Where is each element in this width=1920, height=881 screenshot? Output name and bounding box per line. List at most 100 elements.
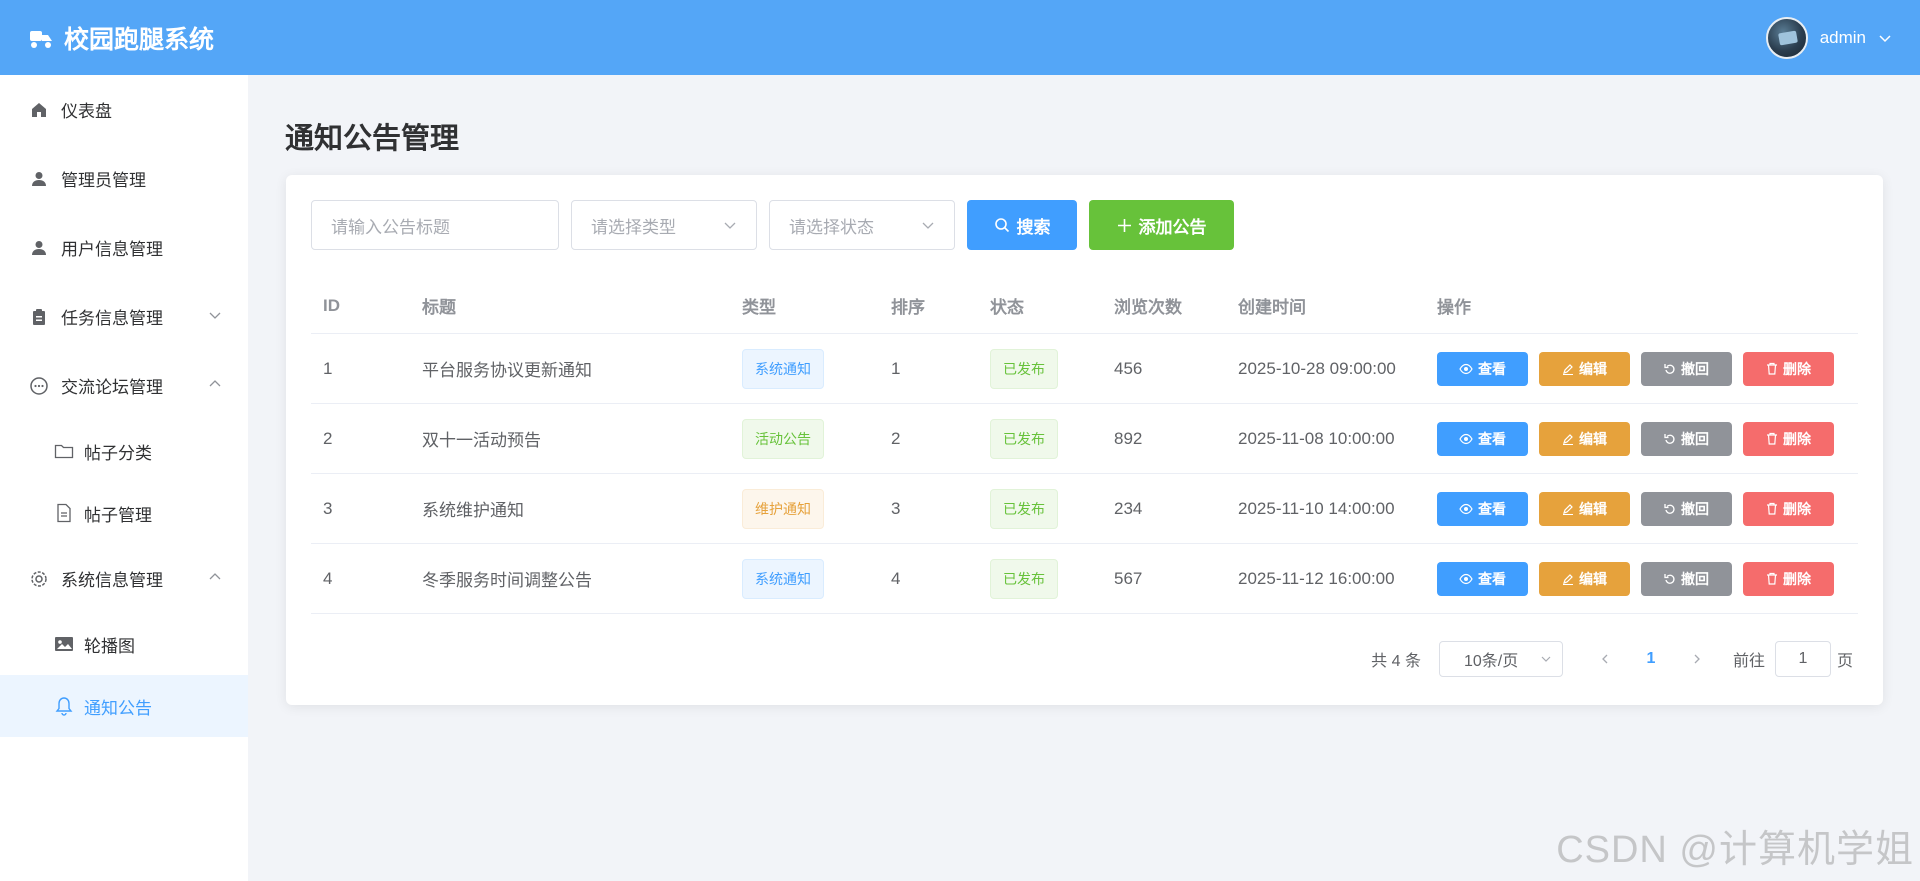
chevron-down-icon (922, 222, 934, 229)
cell-sort: 4 (891, 568, 901, 588)
header-views: 浏览次数 (1114, 298, 1182, 317)
cell-created: 2025-11-08 10:00:00 (1238, 428, 1395, 448)
page-number-current[interactable]: 1 (1635, 641, 1667, 677)
chevron-left-icon (1602, 654, 1608, 664)
cell-views: 567 (1114, 568, 1143, 588)
delete-button[interactable]: 删除 (1743, 491, 1834, 526)
user-menu[interactable]: admin (1765, 16, 1892, 59)
undo-icon (1664, 433, 1675, 444)
chevron-down-icon (209, 312, 221, 319)
cell-id: 4 (323, 568, 333, 588)
sidebar-item-forum[interactable]: 交流论坛管理 (0, 351, 248, 420)
revoke-button[interactable]: 撤回 (1641, 351, 1732, 386)
trash-icon (1767, 502, 1777, 515)
chevron-down-icon (1541, 656, 1551, 662)
sidebar-item-posts[interactable]: 帖子管理 (0, 482, 248, 544)
sidebar-item-post-category[interactable]: 帖子分类 (0, 420, 248, 482)
sidebar-item-system[interactable]: 系统信息管理 (0, 544, 248, 613)
table-row: 4 冬季服务时间调整公告 系统通知 4 已发布 567 2025-11-12 1… (311, 544, 1858, 614)
sidebar-item-label: 帖子管理 (84, 505, 152, 525)
sidebar-item-users[interactable]: 用户信息管理 (0, 213, 248, 282)
type-tag: 维护通知 (742, 488, 824, 529)
cell-id: 3 (323, 498, 333, 518)
revoke-button[interactable]: 撤回 (1641, 561, 1732, 596)
sidebar-item-label: 管理员管理 (61, 171, 146, 190)
cell-sort: 3 (891, 498, 901, 518)
folder-icon (53, 440, 75, 462)
table-row: 2 双十一活动预告 活动公告 2 已发布 892 2025-11-08 10:0… (311, 404, 1858, 474)
table-header: ID 标题 类型 排序 状态 浏览次数 创建时间 操作 (311, 278, 1858, 334)
delete-button[interactable]: 删除 (1743, 351, 1834, 386)
delete-button[interactable]: 删除 (1743, 421, 1834, 456)
chevron-down-icon (1879, 34, 1891, 42)
view-button[interactable]: 查看 (1437, 561, 1528, 596)
view-button[interactable]: 查看 (1437, 351, 1528, 386)
delete-button[interactable]: 删除 (1743, 561, 1834, 596)
header-status: 状态 (990, 298, 1024, 317)
edit-button[interactable]: 编辑 (1539, 561, 1630, 596)
edit-label: 编辑 (1579, 360, 1607, 377)
revoke-button[interactable]: 撤回 (1641, 491, 1732, 526)
edit-button[interactable]: 编辑 (1539, 351, 1630, 386)
sidebar-item-notices[interactable]: 通知公告 (0, 675, 248, 737)
cell-title: 冬季服务时间调整公告 (422, 571, 592, 590)
search-button[interactable]: 搜索 (967, 200, 1077, 250)
pagination: 共 4 条 10条/页 1 前往 1 页 (1371, 641, 1853, 677)
pencil-icon (1563, 433, 1573, 445)
gear-icon (28, 568, 50, 590)
goto-suffix: 页 (1836, 653, 1853, 670)
search-icon (994, 218, 1009, 233)
cell-title: 系统维护通知 (422, 501, 524, 520)
view-button[interactable]: 查看 (1437, 491, 1528, 526)
sidebar-item-label: 用户信息管理 (61, 240, 163, 259)
sidebar-item-dashboard[interactable]: 仪表盘 (0, 75, 248, 144)
sidebar-item-label: 通知公告 (84, 698, 152, 718)
row-actions: 查看 编辑 撤回 删除 (1425, 421, 1858, 456)
row-actions: 查看 编辑 撤回 删除 (1425, 561, 1858, 596)
type-tag: 系统通知 (742, 558, 824, 599)
user-icon (28, 237, 50, 259)
edit-button[interactable]: 编辑 (1539, 421, 1630, 456)
add-notice-button[interactable]: 添加公告 (1089, 200, 1234, 250)
notice-table: ID 标题 类型 排序 状态 浏览次数 创建时间 操作 1 平台服务协议更新通知… (311, 278, 1858, 614)
sidebar-item-tasks[interactable]: 任务信息管理 (0, 282, 248, 351)
page-title: 通知公告管理 (285, 123, 460, 155)
home-icon (28, 99, 50, 121)
title-search-input[interactable]: 请输入公告标题 (311, 200, 559, 250)
bell-icon (53, 695, 75, 717)
page-size-select[interactable]: 10条/页 (1438, 641, 1563, 677)
status-tag: 已发布 (990, 348, 1058, 389)
status-tag: 已发布 (990, 418, 1058, 459)
edit-button[interactable]: 编辑 (1539, 491, 1630, 526)
delete-label: 删除 (1783, 360, 1811, 377)
cell-views: 892 (1114, 428, 1143, 448)
brand[interactable]: 校园跑腿系统 (28, 20, 214, 56)
status-select[interactable]: 请选择状态 (769, 200, 955, 250)
cell-created: 2025-11-10 14:00:00 (1238, 498, 1395, 518)
sidebar: 仪表盘 管理员管理 用户信息管理 任务信息管理 交流论坛管理 帖子分类 帖子管理… (0, 75, 248, 881)
plus-icon (1117, 218, 1131, 232)
sidebar-item-label: 帖子分类 (84, 443, 152, 463)
clipboard-icon (28, 306, 50, 328)
title-search-placeholder: 请输入公告标题 (331, 217, 450, 237)
prev-page-button[interactable] (1589, 641, 1621, 677)
table-row: 1 平台服务协议更新通知 系统通知 1 已发布 456 2025-10-28 0… (311, 334, 1858, 404)
type-tag: 活动公告 (742, 418, 824, 459)
picture-icon (53, 633, 75, 655)
goto-prefix: 前往 (1732, 653, 1765, 670)
status-tag: 已发布 (990, 558, 1058, 599)
sidebar-item-carousel[interactable]: 轮播图 (0, 613, 248, 675)
header-type: 类型 (742, 298, 776, 317)
user-name: admin (1819, 27, 1866, 47)
revoke-label: 撤回 (1681, 430, 1709, 447)
sidebar-item-admins[interactable]: 管理员管理 (0, 144, 248, 213)
next-page-button[interactable] (1681, 641, 1713, 677)
view-button[interactable]: 查看 (1437, 421, 1528, 456)
type-select[interactable]: 请选择类型 (571, 200, 757, 250)
table-row: 3 系统维护通知 维护通知 3 已发布 234 2025-11-10 14:00… (311, 474, 1858, 544)
revoke-button[interactable]: 撤回 (1641, 421, 1732, 456)
avatar[interactable] (1765, 16, 1808, 59)
goto-page-input[interactable]: 1 (1774, 641, 1831, 677)
pagination-total: 共 4 条 (1371, 653, 1421, 670)
header-id: ID (323, 295, 340, 315)
